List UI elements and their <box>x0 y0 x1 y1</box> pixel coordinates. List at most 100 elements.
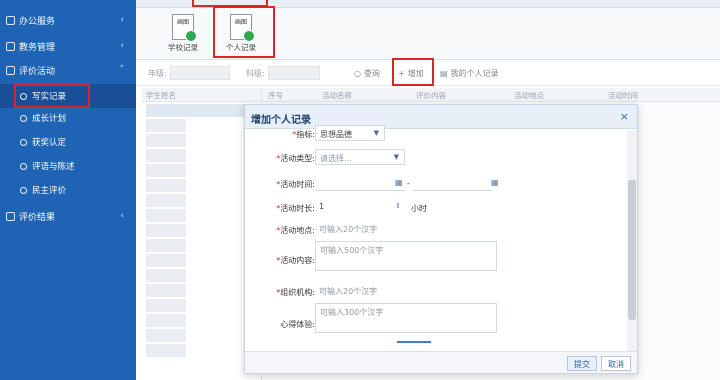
list-item[interactable] <box>146 224 186 237</box>
sidebar-item-results[interactable]: 评价结果 ‹ <box>0 204 136 228</box>
list-icon: ▤ <box>440 68 448 78</box>
sidebar-item-label: 办公服务 <box>19 16 56 27</box>
sidebar-item-evaluation[interactable]: 评价活动 ˅ <box>0 58 136 82</box>
sidebar-sub-award[interactable]: 获奖认定 <box>0 130 136 154</box>
form-row-activity-type: *活动类型: 请选择... ▼ <box>245 149 625 167</box>
list-item[interactable] <box>146 149 186 162</box>
scrollbar-thumb[interactable] <box>628 180 636 320</box>
field-label: *活动地点: <box>276 226 315 235</box>
content-textarea[interactable]: 可输入500个汉字 <box>315 241 497 271</box>
list-item[interactable] <box>146 134 186 147</box>
resize-indicator <box>397 341 431 343</box>
form-row-location: *活动地点: 可输入20个汉字 <box>245 221 625 239</box>
sidebar-item-label: 教务管理 <box>19 42 56 53</box>
highlight-box <box>392 58 434 86</box>
school-record-button[interactable]: 画图 学校记录 <box>158 14 208 58</box>
form-row-organization: *组织机构: 可输入20个汉字 <box>245 283 625 301</box>
sidebar-sub-label: 评语与陈述 <box>32 162 75 172</box>
indicator-select[interactable]: 思想品德 ▼ <box>315 125 385 141</box>
sidebar-sub-democratic[interactable]: 民主评价 <box>0 178 136 202</box>
end-date-field[interactable] <box>413 175 493 191</box>
list-item[interactable] <box>146 119 186 132</box>
type-select[interactable] <box>268 66 320 80</box>
start-date-field[interactable] <box>315 175 405 191</box>
duration-stepper[interactable]: 1 <box>315 199 401 215</box>
close-icon[interactable]: × <box>620 110 629 123</box>
submit-button[interactable]: 提交 <box>567 356 597 371</box>
year-label: 年级: <box>148 69 167 78</box>
grid-icon <box>6 65 15 75</box>
list-item[interactable] <box>146 329 186 342</box>
search-icon: ○ <box>354 68 361 78</box>
year-select[interactable] <box>170 66 230 80</box>
field-label: *活动类型: <box>276 154 315 163</box>
form-row-activity-time: *活动时间: ▦ - ▦ <box>245 175 625 193</box>
list-item[interactable] <box>146 104 256 117</box>
column-header: 活动地点 <box>514 91 544 100</box>
list-item[interactable] <box>146 179 186 192</box>
query-button[interactable]: ○ 查询 <box>354 66 380 80</box>
caret-down-icon: ▼ <box>393 153 399 161</box>
sidebar-sub-label: 获奖认定 <box>32 138 67 148</box>
column-header: 评价内容 <box>416 91 446 100</box>
document-icon: 画图 <box>172 14 197 42</box>
calendar-icon[interactable]: ▦ <box>491 178 499 187</box>
highlight-box <box>14 84 90 108</box>
circle-icon <box>20 138 27 146</box>
field-label: *组织机构: <box>276 288 315 297</box>
cancel-button[interactable]: 取消 <box>601 356 631 371</box>
calendar-icon[interactable]: ▦ <box>395 178 403 187</box>
sidebar-sub-comment[interactable]: 评语与陈述 <box>0 154 136 178</box>
stepper-arrows-icon[interactable]: ⇕ <box>395 202 401 210</box>
list-item[interactable] <box>146 344 186 357</box>
sidebar-item-label: 评价结果 <box>19 212 56 223</box>
list-item[interactable] <box>146 239 186 252</box>
list-item[interactable] <box>146 269 186 282</box>
highlight-box <box>213 6 275 58</box>
student-list-header: 学生姓名 <box>142 88 261 102</box>
column-header: 序号 <box>268 91 283 100</box>
grid-icon <box>6 15 15 25</box>
sidebar: 办公服务 ‹ 教务管理 ‹ 评价活动 ˅ 写实记录 成长计划 获奖认定 评语与陈… <box>0 0 136 380</box>
sidebar-sub-label: 民主评价 <box>32 186 67 196</box>
dialog-scrollbar[interactable] <box>627 130 637 373</box>
list-item[interactable] <box>146 164 186 177</box>
field-label: 心得体验: <box>280 320 315 329</box>
reflection-textarea[interactable]: 可输入300个汉字 <box>315 303 497 333</box>
sidebar-item-label: 评价活动 <box>19 66 56 77</box>
chevron-left-icon: ‹ <box>120 211 124 221</box>
list-item[interactable] <box>146 254 186 267</box>
circle-icon <box>20 162 27 170</box>
add-record-dialog: 增加个人记录 × *指标: 思想品德 ▼ *活动类型: 请选择... ▼ *活动… <box>244 104 638 374</box>
activity-type-select[interactable]: 请选择... ▼ <box>315 149 405 165</box>
sidebar-item-academic[interactable]: 教务管理 ‹ <box>0 34 136 58</box>
chevron-left-icon: ‹ <box>120 41 124 51</box>
form-row-indicator: *指标: 思想品德 ▼ <box>245 125 625 143</box>
grid-icon <box>6 41 15 51</box>
badge-icon <box>185 30 197 42</box>
list-item[interactable] <box>146 299 186 312</box>
my-records-button[interactable]: ▤ 我的个人记录 <box>440 66 499 80</box>
organization-field[interactable]: 可输入20个汉字 <box>315 283 405 299</box>
sidebar-item-office[interactable]: 办公服务 ‹ <box>0 8 136 32</box>
list-item[interactable] <box>146 284 186 297</box>
field-label: *活动时长: <box>276 204 315 213</box>
column-header: 活动时间 <box>608 91 638 100</box>
list-item[interactable] <box>146 194 186 207</box>
location-field[interactable]: 可输入20个汉字 <box>315 221 405 237</box>
form-row-duration: *活动时长: 1 ⇕ 小时 <box>245 199 625 217</box>
sidebar-sub-plan[interactable]: 成长计划 <box>0 106 136 130</box>
field-label: *指标: <box>292 130 315 139</box>
list-item[interactable] <box>146 209 186 222</box>
field-label: *活动时间: <box>276 180 315 189</box>
field-label: *活动内容: <box>276 256 315 265</box>
dialog-title: 增加个人记录 <box>251 115 311 126</box>
grid-icon <box>6 211 15 221</box>
circle-icon <box>20 186 27 194</box>
grid-header: 序号 活动名称 评价内容 活动地点 活动时间 <box>262 88 720 102</box>
sidebar-sub-label: 成长计划 <box>32 114 67 124</box>
caret-down-icon: ▼ <box>373 129 379 137</box>
chevron-left-icon: ‹ <box>120 15 124 25</box>
list-item[interactable] <box>146 314 186 327</box>
dialog-footer: 提交 取消 <box>245 351 637 373</box>
